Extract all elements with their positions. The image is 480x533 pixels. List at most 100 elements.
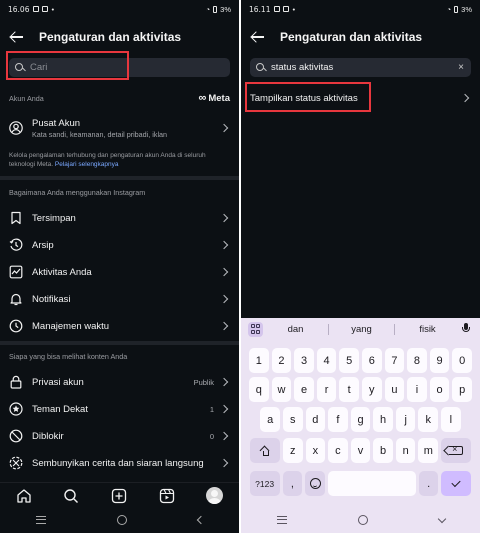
status-bar: 16.06 • ◔ 3% bbox=[0, 0, 239, 18]
back-arrow-icon[interactable] bbox=[9, 29, 25, 45]
status-right: ◔ 3% bbox=[206, 5, 231, 14]
search-icon bbox=[256, 62, 266, 73]
settings-item-archive[interactable]: Arsip bbox=[0, 232, 239, 258]
key[interactable]: v bbox=[350, 438, 371, 463]
wifi-icon: ◔ bbox=[446, 4, 452, 14]
backspace-key[interactable] bbox=[441, 438, 472, 463]
key-row-2: a s d f g h j k l bbox=[241, 407, 480, 432]
key[interactable]: h bbox=[373, 407, 393, 432]
key[interactable]: m bbox=[418, 438, 439, 463]
key[interactable]: 3 bbox=[294, 348, 314, 373]
settings-item-close-friends[interactable]: Teman Dekat 1 bbox=[0, 396, 239, 422]
profile-avatar[interactable] bbox=[206, 487, 224, 504]
key[interactable]: 0 bbox=[452, 348, 472, 373]
key[interactable]: q bbox=[249, 377, 269, 402]
settings-item-time-management[interactable]: Manajemen waktu bbox=[0, 313, 239, 339]
settings-item-label: Aktivitas Anda bbox=[32, 266, 92, 278]
period-key[interactable]: . bbox=[418, 471, 439, 496]
symbols-key[interactable]: ?123 bbox=[249, 471, 280, 496]
key[interactable]: d bbox=[305, 407, 326, 432]
key[interactable]: 4 bbox=[316, 348, 337, 373]
notification-icons: • bbox=[33, 5, 54, 14]
key[interactable]: 9 bbox=[429, 348, 450, 373]
settings-item-label: Privasi akun bbox=[32, 376, 84, 388]
key[interactable]: j bbox=[395, 407, 416, 432]
home-button-icon[interactable] bbox=[116, 515, 127, 525]
status-time: 16.06 bbox=[8, 4, 30, 14]
shift-key[interactable] bbox=[249, 438, 280, 463]
key[interactable]: e bbox=[294, 377, 314, 402]
settings-item-notifications[interactable]: Notifikasi bbox=[0, 286, 239, 312]
status-bar: 16.11 • ◔ 3% bbox=[241, 0, 480, 18]
emoji-key[interactable] bbox=[305, 471, 325, 496]
key[interactable]: 5 bbox=[339, 348, 359, 373]
search-icon[interactable] bbox=[63, 488, 79, 504]
key[interactable]: k bbox=[418, 407, 439, 432]
key[interactable]: u bbox=[384, 377, 405, 402]
chevron-right-icon bbox=[220, 404, 230, 414]
settings-item-activity[interactable]: Aktivitas Anda bbox=[0, 259, 239, 285]
bottom-navigation bbox=[0, 482, 239, 508]
key[interactable]: 7 bbox=[384, 348, 405, 373]
recent-apps-icon[interactable] bbox=[276, 516, 287, 524]
key[interactable]: 2 bbox=[271, 348, 292, 373]
settings-item-account-privacy[interactable]: Privasi akun Publik bbox=[0, 369, 239, 395]
key[interactable]: b bbox=[373, 438, 393, 463]
key[interactable]: p bbox=[452, 377, 472, 402]
chevron-right-icon bbox=[220, 123, 230, 133]
key[interactable]: z bbox=[282, 438, 303, 463]
key[interactable]: s bbox=[282, 407, 303, 432]
learn-more-link[interactable]: Pelajari selengkapnya bbox=[55, 161, 119, 168]
suggestion-2[interactable]: yang bbox=[329, 324, 394, 335]
key[interactable]: 1 bbox=[249, 348, 269, 373]
key[interactable]: c bbox=[328, 438, 348, 463]
key[interactable]: w bbox=[271, 377, 292, 402]
system-back-icon[interactable] bbox=[196, 515, 205, 525]
search-input[interactable]: status aktivitas × bbox=[250, 58, 471, 77]
keyboard-menu-icon[interactable] bbox=[248, 321, 263, 337]
key[interactable]: 8 bbox=[407, 348, 427, 373]
page-header: Pengaturan dan aktivitas bbox=[241, 26, 480, 48]
key[interactable]: g bbox=[350, 407, 371, 432]
key[interactable]: y bbox=[362, 377, 382, 402]
key[interactable]: i bbox=[407, 377, 427, 402]
microphone-icon[interactable] bbox=[460, 322, 474, 336]
key[interactable]: x bbox=[305, 438, 326, 463]
section-visibility: Siapa yang bisa melihat konten Anda bbox=[9, 352, 128, 361]
bookmark-icon bbox=[9, 211, 23, 225]
page-title: Pengaturan dan aktivitas bbox=[39, 30, 182, 44]
space-key[interactable] bbox=[327, 471, 416, 496]
key[interactable]: r bbox=[316, 377, 337, 402]
hide-keyboard-icon[interactable] bbox=[437, 514, 446, 523]
settings-item-blocked[interactable]: Diblokir 0 bbox=[0, 423, 239, 449]
key[interactable]: l bbox=[441, 407, 461, 432]
key[interactable]: t bbox=[339, 377, 359, 402]
enter-key[interactable] bbox=[441, 471, 472, 496]
clear-search-icon[interactable]: × bbox=[458, 62, 464, 73]
search-value: status aktivitas bbox=[271, 62, 334, 73]
home-icon[interactable] bbox=[16, 488, 32, 504]
key[interactable]: o bbox=[429, 377, 450, 402]
settings-item-hide-story[interactable]: Sembunyikan cerita dan siaran langsung bbox=[0, 450, 239, 476]
back-arrow-icon[interactable] bbox=[250, 29, 266, 45]
create-icon[interactable] bbox=[111, 488, 127, 504]
bell-icon bbox=[9, 292, 23, 306]
reels-icon[interactable] bbox=[159, 488, 175, 504]
key[interactable]: a bbox=[260, 407, 280, 432]
recent-apps-icon[interactable] bbox=[35, 516, 46, 524]
chevron-right-icon bbox=[220, 294, 230, 304]
key[interactable]: n bbox=[395, 438, 416, 463]
settings-item-label: Teman Dekat bbox=[32, 403, 88, 415]
divider bbox=[0, 341, 239, 345]
key[interactable]: f bbox=[328, 407, 348, 432]
key[interactable]: 6 bbox=[362, 348, 382, 373]
comma-key[interactable]: , bbox=[282, 471, 303, 496]
key-row-bottom: ?123 , . bbox=[241, 471, 480, 496]
settings-item-label: Arsip bbox=[32, 239, 54, 251]
home-button-icon[interactable] bbox=[357, 515, 368, 525]
suggestion-1[interactable]: dan bbox=[263, 324, 328, 335]
system-navigation bbox=[0, 510, 239, 530]
suggestion-3[interactable]: fisik bbox=[395, 324, 460, 335]
settings-item-saved[interactable]: Tersimpan bbox=[0, 205, 239, 231]
meta-note: Kelola pengalaman terhubung dan pengatur… bbox=[9, 152, 206, 168]
